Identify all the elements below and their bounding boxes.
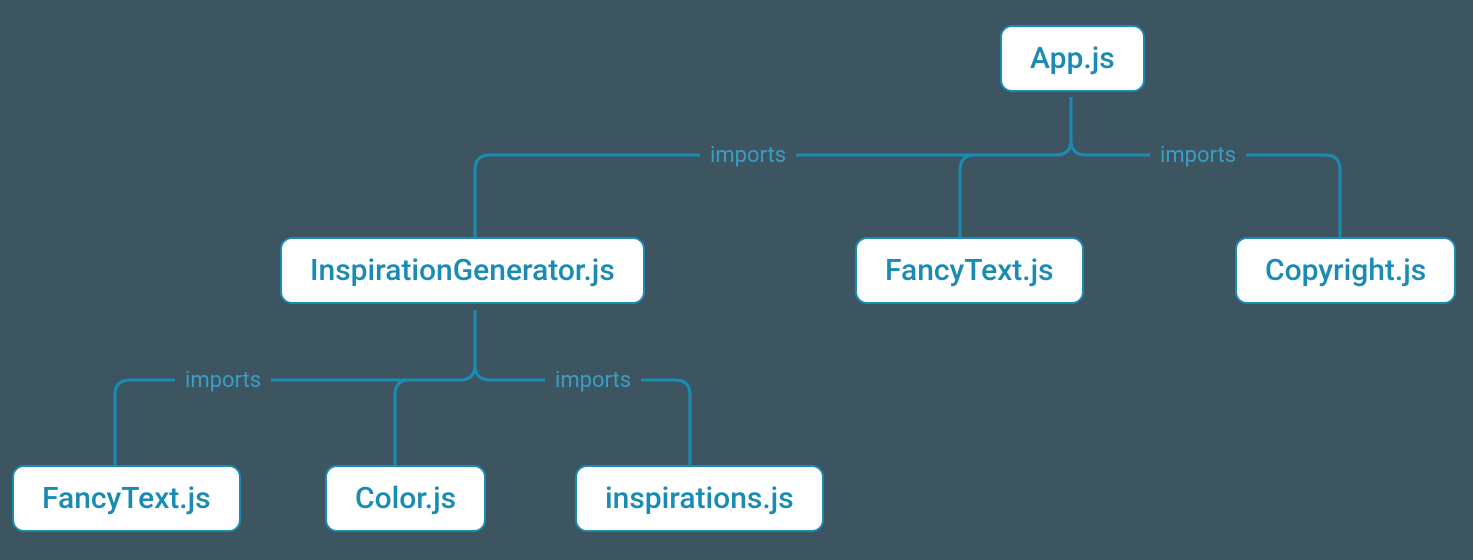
node-label: inspirations.js — [605, 481, 794, 516]
node-label: App.js — [1030, 41, 1115, 76]
node-label: Color.js — [355, 481, 456, 516]
edge-label-text: imports — [710, 143, 786, 168]
node-app: App.js — [1000, 25, 1145, 92]
node-inspiration-generator: InspirationGenerator.js — [280, 237, 645, 304]
node-label: Copyright.js — [1265, 253, 1426, 288]
node-label: FancyText.js — [42, 481, 211, 516]
edge-label-imports: imports — [175, 366, 271, 395]
edge-label-imports: imports — [1150, 141, 1246, 170]
node-label: FancyText.js — [885, 253, 1054, 288]
edge-label-imports: imports — [700, 141, 796, 170]
edge-label-text: imports — [1160, 143, 1236, 168]
edge-label-text: imports — [555, 368, 631, 393]
node-fancy-text-1: FancyText.js — [855, 237, 1084, 304]
node-copyright: Copyright.js — [1235, 237, 1456, 304]
node-color: Color.js — [325, 465, 486, 532]
edge-label-text: imports — [185, 368, 261, 393]
node-inspirations: inspirations.js — [575, 465, 824, 532]
node-fancy-text-2: FancyText.js — [12, 465, 241, 532]
node-label: InspirationGenerator.js — [310, 253, 615, 288]
edge-label-imports: imports — [545, 366, 641, 395]
